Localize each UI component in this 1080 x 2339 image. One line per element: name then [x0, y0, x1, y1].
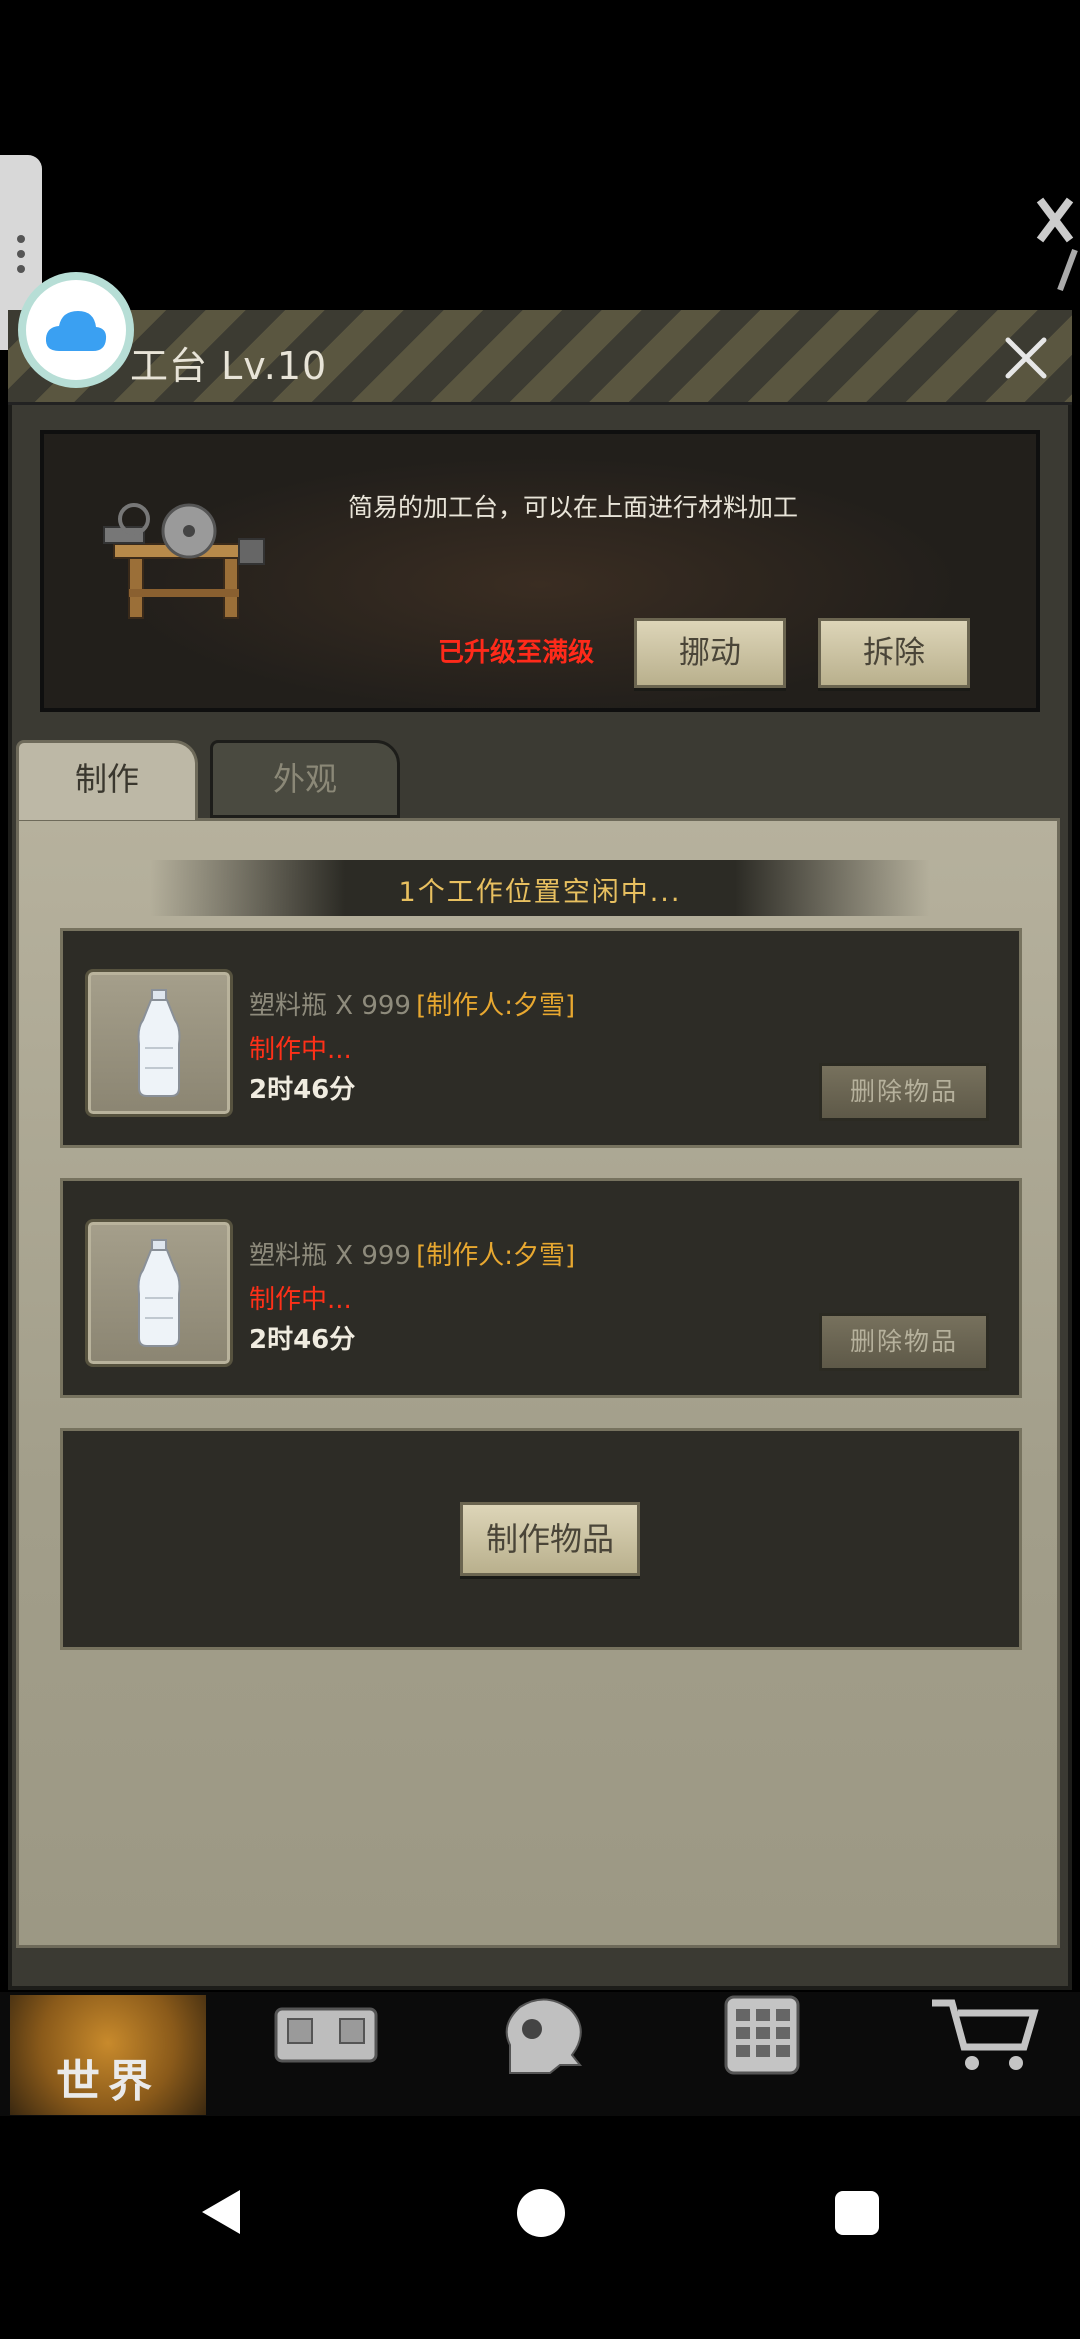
- slot-status-text: 1个工作位置空闲中...: [398, 877, 682, 908]
- item-title-line: 塑料瓶 X 999 [制作人:夕雪]: [249, 985, 575, 1022]
- plastic-bottle-icon: [137, 1239, 181, 1347]
- handle-dot: [17, 235, 25, 243]
- dialog-title: 工台 Lv.10: [130, 344, 328, 388]
- delete-item-button[interactable]: 删除物品: [819, 1063, 989, 1121]
- building-description: 简易的加工台，可以在上面进行材料加工: [348, 493, 799, 522]
- item-maker: [制作人:夕雪]: [416, 1241, 576, 1271]
- plastic-bottle-icon: [137, 989, 181, 1097]
- craft-slot: 塑料瓶 X 999 [制作人:夕雪] 制作中... 2时46分 删除物品: [60, 1178, 1022, 1398]
- backpack-icon[interactable]: [268, 1995, 384, 2075]
- item-thumbnail[interactable]: [85, 969, 233, 1117]
- tab-appearance[interactable]: 外观: [210, 740, 400, 818]
- back-icon[interactable]: [196, 2186, 244, 2238]
- nav-world-label: 世界: [56, 2056, 160, 2107]
- home-icon[interactable]: [516, 2188, 566, 2238]
- workbench-image: [103, 503, 265, 619]
- character-icon[interactable]: [490, 1995, 594, 2075]
- item-thumbnail[interactable]: [85, 1219, 233, 1367]
- decorative-x-icon: [1036, 197, 1078, 292]
- recents-icon[interactable]: [834, 2190, 880, 2236]
- item-time: 2时46分: [249, 1075, 356, 1105]
- handle-dot: [17, 250, 25, 258]
- close-icon[interactable]: [1000, 332, 1052, 384]
- cloud-bubble-button[interactable]: [18, 272, 134, 388]
- craft-item-button[interactable]: 制作物品: [460, 1502, 640, 1576]
- android-navigation-bar: [0, 2116, 1080, 2339]
- craft-slot: 塑料瓶 X 999 [制作人:夕雪] 制作中... 2时46分 删除物品: [60, 928, 1022, 1148]
- building-icon[interactable]: [720, 1995, 804, 2075]
- top-area: [0, 0, 1080, 300]
- delete-item-button[interactable]: 删除物品: [819, 1313, 989, 1371]
- item-name: 塑料瓶 X 999: [249, 991, 411, 1021]
- item-title-line: 塑料瓶 X 999 [制作人:夕雪]: [249, 1235, 575, 1272]
- item-maker: [制作人:夕雪]: [416, 991, 576, 1021]
- shop-cart-icon[interactable]: [928, 1995, 1040, 2075]
- cloud-icon: [45, 311, 107, 351]
- item-name: 塑料瓶 X 999: [249, 1241, 411, 1271]
- move-button[interactable]: 挪动: [634, 618, 786, 688]
- dismantle-button[interactable]: 拆除: [818, 618, 970, 688]
- item-state: 制作中...: [249, 1285, 352, 1315]
- tab-craft[interactable]: 制作: [16, 740, 198, 820]
- handle-dot: [17, 265, 25, 273]
- max-level-status: 已升级至满级: [438, 638, 595, 668]
- item-state: 制作中...: [249, 1035, 352, 1065]
- item-time: 2时46分: [249, 1325, 356, 1355]
